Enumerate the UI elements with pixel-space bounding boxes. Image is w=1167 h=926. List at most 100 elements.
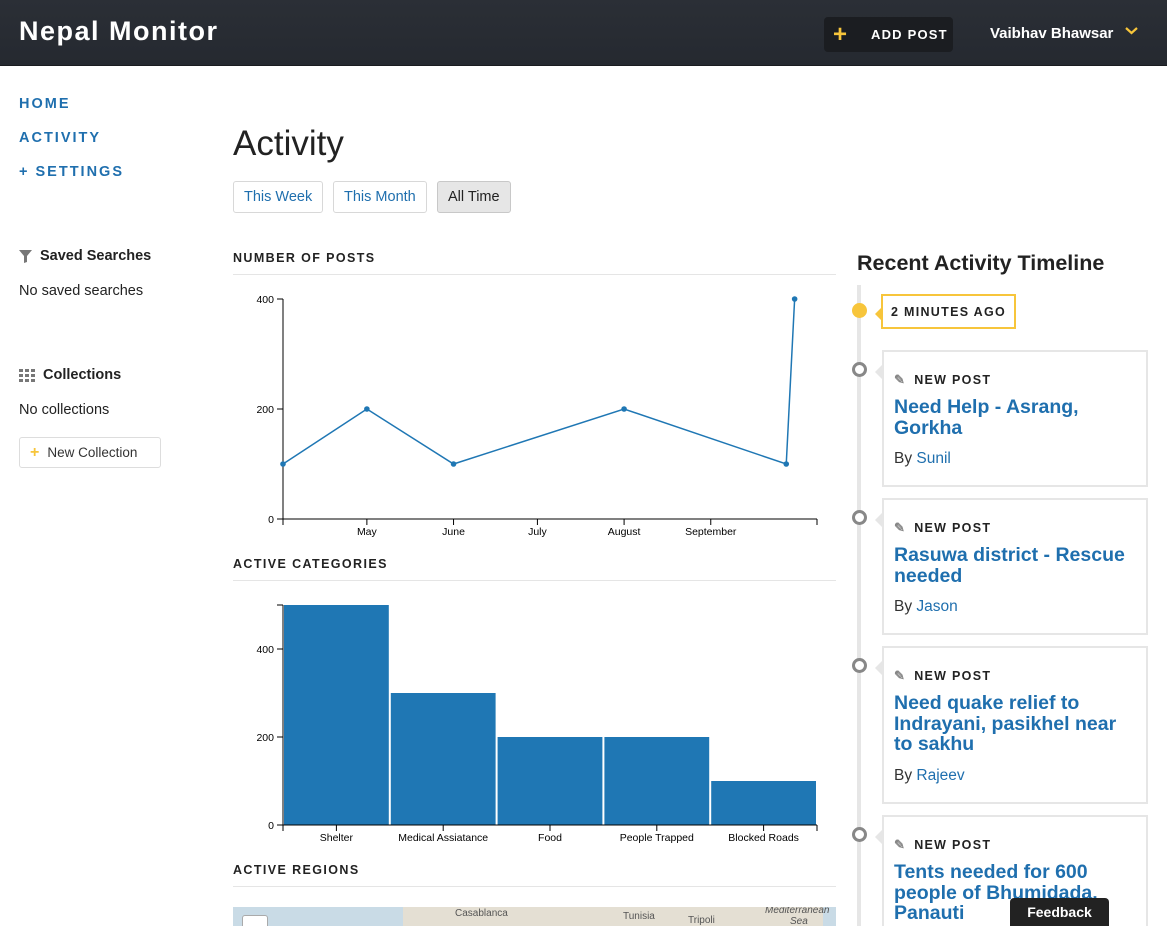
bar — [604, 737, 710, 825]
x-tick-label: May — [357, 526, 378, 538]
map-label: Casablanca — [455, 908, 508, 919]
plus-icon: + — [833, 20, 848, 48]
nav-activity[interactable]: ACTIVITY — [19, 130, 101, 146]
timeline-now-dot — [852, 303, 867, 318]
series-line — [282, 298, 796, 466]
card-type-label: NEW POST — [914, 838, 992, 852]
page-title: Activity — [233, 124, 344, 163]
categories-section-heading: ACTIVE CATEGORIES — [233, 557, 836, 581]
saved-searches-title: Saved Searches — [40, 248, 152, 264]
add-post-label: ADD POST — [871, 27, 948, 42]
bar — [711, 781, 816, 825]
author-link[interactable]: Jason — [916, 598, 957, 615]
data-point — [791, 296, 798, 302]
categories-bar-chart: Shelter Medical Assiatance Food People Trap… — [256, 604, 818, 844]
regions-section-heading: ACTIVE REGIONS — [233, 863, 836, 887]
posts-section-heading: NUMBER OF POSTS — [233, 251, 836, 275]
map-label: Mediterranean — [765, 907, 830, 916]
card-type: ✎ NEW POST — [894, 668, 1136, 684]
card-byline: By Rajeev — [894, 767, 1136, 785]
timeline-heading: Recent Activity Timeline — [857, 251, 1105, 275]
bar — [284, 605, 389, 825]
add-post-button[interactable]: + ADD POST — [824, 17, 953, 52]
map-zoom-in-button[interactable] — [242, 915, 268, 926]
saved-searches-empty: No saved searches — [19, 283, 144, 299]
map-label: Tunisia — [623, 911, 655, 922]
author-link[interactable]: Sunil — [916, 450, 950, 467]
byline-prefix: By — [894, 598, 913, 615]
x-tick-label: July — [528, 526, 547, 538]
pencil-icon: ✎ — [894, 668, 907, 683]
pencil-icon: ✎ — [894, 520, 907, 535]
data-point — [364, 406, 370, 412]
top-bar: Nepal Monitor + ADD POST Vaibhav Bhawsar — [0, 0, 1167, 66]
byline-prefix: By — [894, 766, 913, 784]
timeline-card[interactable]: ✎ NEW POST Need quake relief to Indrayan… — [875, 646, 1148, 804]
x-tick-label: August — [608, 526, 641, 538]
timeline-dot — [852, 510, 867, 525]
collections-empty: No collections — [19, 402, 110, 418]
card-title-link[interactable]: Need quake relief to Indrayani, pasikhel… — [894, 693, 1136, 755]
filter-icon — [19, 249, 32, 263]
x-tick-label: September — [685, 526, 737, 538]
x-tick-label: Medical Assiatance — [398, 832, 488, 844]
x-tick-label: People Trapped — [620, 832, 694, 844]
collections-heading: Collections — [19, 367, 121, 383]
timeline-card[interactable]: ✎ NEW POST Rasuwa district - Rescue need… — [875, 498, 1148, 635]
card-type-label: NEW POST — [914, 669, 992, 683]
chevron-down-icon[interactable] — [1125, 24, 1138, 39]
user-menu-name[interactable]: Vaibhav Bhawsar — [990, 25, 1113, 42]
regions-map[interactable]: Casablanca Tunisia Tripoli Mediterranean… — [233, 907, 836, 926]
card-type: ✎ NEW POST — [894, 520, 1136, 536]
data-point — [783, 461, 790, 467]
nav-home[interactable]: HOME — [19, 96, 71, 112]
pencil-icon: ✎ — [894, 372, 907, 387]
timeline-dot — [852, 658, 867, 673]
new-collection-label: New Collection — [47, 445, 138, 460]
timeline-dot — [852, 827, 867, 842]
y-tick-label: 400 — [256, 294, 274, 306]
bar — [497, 737, 603, 825]
y-tick-label: 200 — [256, 404, 274, 416]
timeline-time-label: 2 MINUTES AGO — [875, 294, 1016, 329]
author-link[interactable]: Rajeev — [916, 767, 964, 784]
saved-searches-heading: Saved Searches — [19, 248, 151, 264]
x-tick-label: Food — [538, 832, 562, 844]
collections-title: Collections — [43, 367, 122, 383]
y-tick-label: 0 — [268, 820, 274, 832]
y-tick-label: 0 — [268, 514, 274, 526]
card-title-link[interactable]: Need Help - Asrang, Gorkha — [894, 397, 1136, 438]
timeline-card[interactable]: ✎ NEW POST Need Help - Asrang, Gorkha By… — [875, 350, 1148, 487]
plus-icon: + — [30, 443, 40, 461]
pencil-icon: ✎ — [894, 837, 907, 852]
x-tick-label: Shelter — [320, 832, 354, 844]
filter-this-week-button[interactable]: This Week — [233, 181, 324, 213]
x-tick-label: Blocked Roads — [728, 832, 799, 844]
posts-line-chart: 0 200 400 May June July August September — [256, 294, 818, 538]
y-tick-label: 200 — [256, 732, 274, 744]
card-type-label: NEW POST — [914, 521, 992, 535]
byline-prefix: By — [894, 450, 913, 467]
brand-title[interactable]: Nepal Monitor — [19, 16, 219, 47]
card-title-link[interactable]: Rasuwa district - Rescue needed — [894, 545, 1136, 586]
feedback-button[interactable]: Feedback — [1010, 898, 1109, 926]
card-type-label: NEW POST — [914, 373, 992, 387]
card-byline: By Sunil — [894, 450, 1136, 468]
y-tick-label: 400 — [256, 644, 274, 656]
new-collection-button[interactable]: + New Collection — [19, 437, 161, 468]
grid-icon — [19, 368, 35, 382]
filter-all-time-button[interactable]: All Time — [437, 181, 511, 213]
data-point — [280, 461, 286, 467]
card-type: ✎ NEW POST — [894, 372, 1136, 388]
nav-settings[interactable]: + SETTINGS — [19, 164, 124, 180]
card-byline: By Jason — [894, 598, 1136, 616]
timeline-dot — [852, 362, 867, 377]
x-tick-label: June — [442, 526, 465, 538]
data-point — [621, 406, 627, 412]
map-label: Sea — [790, 916, 808, 926]
data-point — [450, 461, 457, 467]
map-label: Tripoli — [688, 915, 715, 926]
card-type: ✎ NEW POST — [894, 837, 1136, 853]
bar — [390, 693, 496, 825]
filter-this-month-button[interactable]: This Month — [333, 181, 427, 213]
